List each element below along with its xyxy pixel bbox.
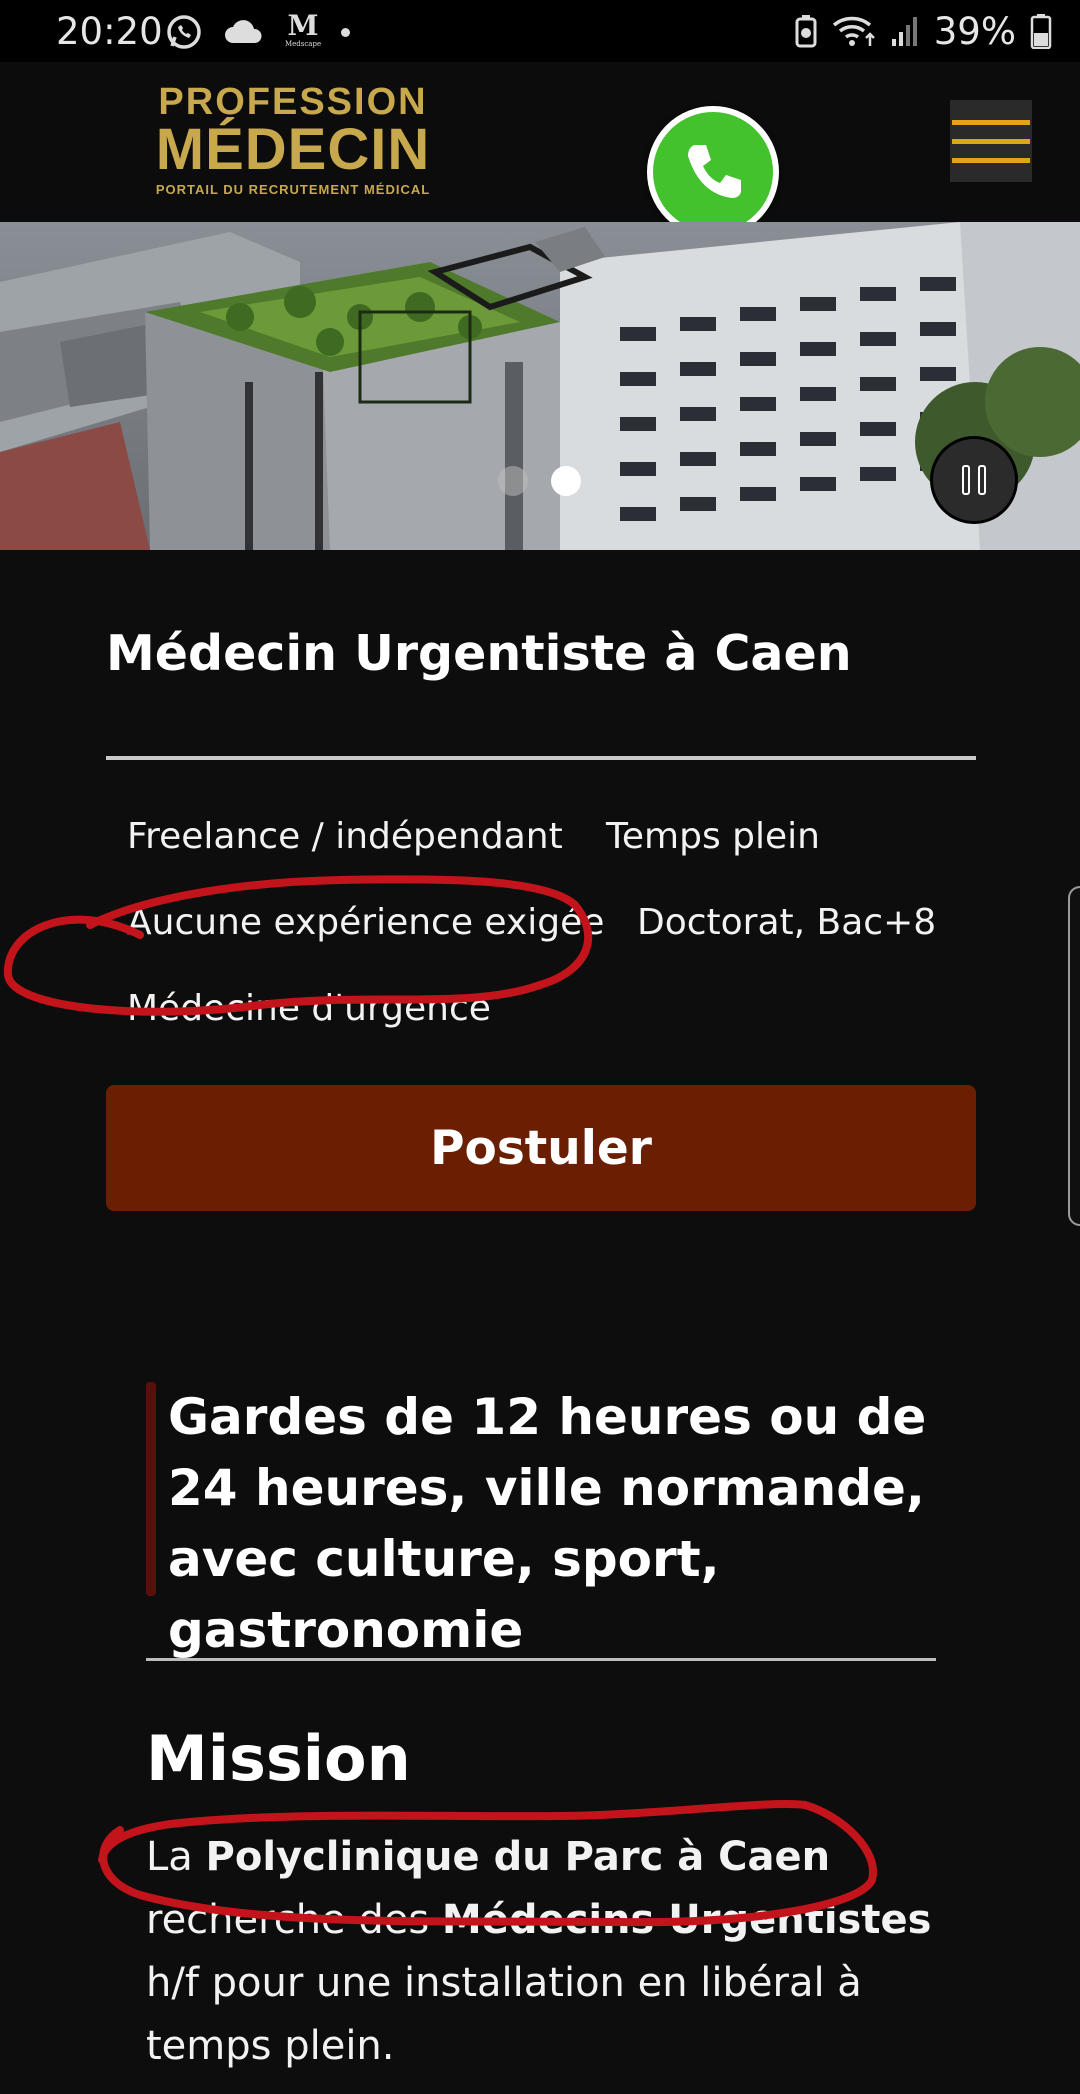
- mission-position: Médecins Urgentistes: [441, 1897, 932, 1943]
- whatsapp-icon: [167, 15, 201, 49]
- status-right-icons: 39%: [794, 9, 1052, 53]
- tag-work-time: Temps plein: [606, 816, 820, 857]
- mission-text: recherche des: [146, 1897, 442, 1943]
- logo-line-medecin: MÉDECIN: [155, 117, 431, 182]
- site-header: PROFESSION MÉDECIN PORTAIL DU RECRUTEMEN…: [0, 62, 1080, 238]
- site-logo[interactable]: PROFESSION MÉDECIN PORTAIL DU RECRUTEMEN…: [143, 82, 443, 197]
- status-time: 20:20: [56, 10, 163, 53]
- job-highlight-quote: Gardes de 12 heures ou de 24 heures, vil…: [168, 1388, 927, 1659]
- quote-accent-bar: [146, 1382, 156, 1596]
- status-left-icons: M Medscape: [165, 12, 350, 52]
- hamburger-menu-icon-bar: [952, 157, 1030, 163]
- mission-heading: Mission: [146, 1722, 411, 1795]
- mission-paragraph: La Polyclinique du Parc à Caen recherche…: [146, 1826, 936, 2078]
- notification-dot-icon: [341, 27, 350, 37]
- logo-tagline: PORTAIL DU RECRUTEMENT MÉDICAL: [155, 182, 431, 197]
- battery-percent: 39%: [933, 9, 1016, 53]
- battery-icon: [1030, 14, 1052, 49]
- mission-employer: Polyclinique du Parc à Caen: [205, 1834, 831, 1880]
- carousel-dot-2-active[interactable]: [551, 466, 581, 496]
- pause-icon-bar: [962, 465, 970, 495]
- phone-icon: [688, 145, 741, 198]
- tag-contract-type: Freelance / indépendant: [127, 816, 563, 857]
- menu-button[interactable]: [950, 100, 1032, 182]
- cloud-icon: [225, 20, 262, 43]
- tag-specialty: Médecine d'urgence: [127, 988, 491, 1029]
- building-photo: [0, 222, 1080, 550]
- job-title: Médecin Urgentiste à Caen: [106, 625, 852, 682]
- tag-education: Doctorat, Bac+8: [637, 902, 937, 943]
- mission-text: La: [146, 1834, 206, 1880]
- signal-icon: [891, 17, 917, 46]
- divider: [106, 756, 976, 760]
- wifi-icon: [832, 16, 875, 46]
- carousel-pause-button[interactable]: [930, 436, 1018, 524]
- logo-line-profession: PROFESSION: [158, 81, 428, 123]
- status-bar: 20:20 M Medscape 39%: [0, 0, 1080, 62]
- tag-experience: Aucune expérience exigée: [127, 902, 605, 943]
- battery-saver-icon: [795, 15, 817, 48]
- medscape-icon-label: Medscape: [285, 40, 322, 48]
- hamburger-menu-icon-bar: [952, 138, 1030, 144]
- pause-icon-bar: [978, 465, 986, 495]
- hero-carousel-image[interactable]: [0, 222, 1080, 550]
- carousel-dot-1[interactable]: [498, 466, 528, 496]
- mission-text: h/f pour une installation en libéral à t…: [146, 1960, 862, 2069]
- medscape-icon: M Medscape: [285, 9, 322, 49]
- call-button[interactable]: [647, 106, 779, 238]
- divider: [146, 1658, 936, 1661]
- apply-button[interactable]: Postuler: [106, 1085, 976, 1211]
- hamburger-menu-icon-bar: [952, 119, 1030, 125]
- scrollbar-thumb[interactable]: [1068, 886, 1080, 1226]
